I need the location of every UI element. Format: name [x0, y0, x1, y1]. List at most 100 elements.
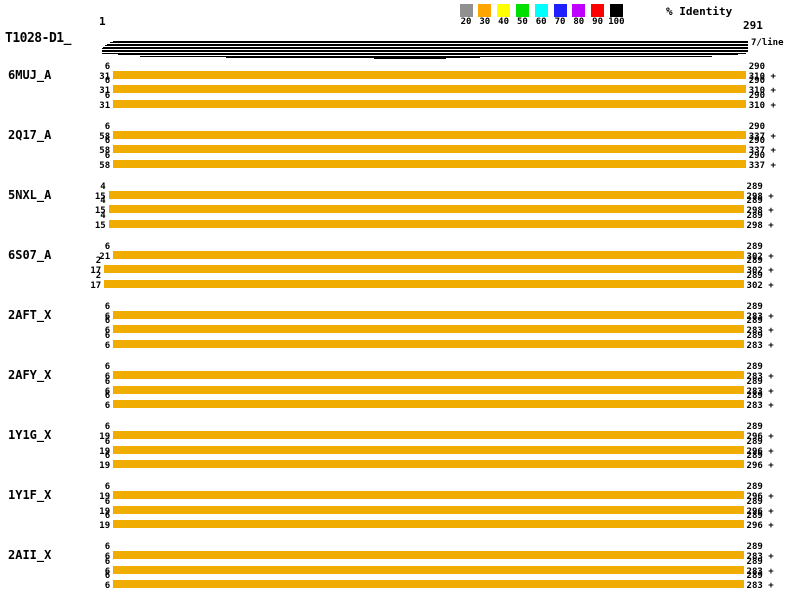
alignment-bar-2Q17_A[interactable] [113, 145, 746, 153]
query-end-num: 289 [747, 273, 763, 280]
alignment-bar-5NXL_A[interactable] [109, 220, 744, 228]
alignment-bar-2Q17_A[interactable] [113, 131, 746, 139]
hit-name-2AII_X: 2AII_X [8, 548, 51, 562]
query-start-num: 6 [72, 424, 110, 431]
query-start-num: 6 [72, 379, 110, 386]
query-end-num: 290 [749, 93, 765, 100]
legend-color-swatch [497, 4, 510, 17]
query-start-num: 6 [72, 364, 110, 371]
legend-item-40: 40 [494, 4, 514, 27]
query-map-line [374, 58, 446, 59]
query-end-num: 289 [747, 213, 763, 220]
alignment-bar-2AFY_X[interactable] [113, 371, 743, 379]
alignment-bar-5NXL_A[interactable] [109, 205, 744, 213]
alignment-bar-6S07_A[interactable] [113, 251, 743, 259]
query-start-tick: 1 [99, 15, 106, 28]
alignment-bar-1Y1F_X[interactable] [113, 506, 743, 514]
query-end-num: 289 [747, 304, 763, 311]
alignment-bar-2AII_X[interactable] [113, 566, 743, 574]
hit-end-strand-num: 296 + [747, 523, 774, 530]
legend-color-swatch [610, 4, 623, 17]
alignment-bar-1Y1G_X[interactable] [113, 431, 743, 439]
query-start-num: 2 [63, 258, 101, 265]
hit-start-num: 31 [72, 103, 110, 110]
legend-value-label: 50 [512, 18, 532, 27]
legend-color-swatch [516, 4, 529, 17]
query-end-num: 289 [747, 439, 763, 446]
query-end-num: 289 [747, 499, 763, 506]
alignment-bar-2AII_X[interactable] [113, 551, 743, 559]
alignment-bar-1Y1F_X[interactable] [113, 520, 743, 528]
legend-item-90: 90 [588, 4, 608, 27]
query-start-num: 6 [72, 318, 110, 325]
query-start-num: 6 [72, 304, 110, 311]
query-start-num: 6 [72, 573, 110, 580]
hit-start-num: 15 [68, 223, 106, 230]
query-end-num: 289 [747, 453, 763, 460]
query-end-num: 289 [747, 318, 763, 325]
hit-end-strand-num: 283 + [747, 403, 774, 410]
query-start-num: 6 [72, 393, 110, 400]
alignment-bar-2AFT_X[interactable] [113, 325, 743, 333]
alignment-bar-6S07_A[interactable] [104, 265, 743, 273]
alignment-bar-1Y1G_X[interactable] [113, 446, 743, 454]
query-start-num: 6 [72, 513, 110, 520]
hit-name-2AFT_X: 2AFT_X [8, 308, 51, 322]
alignment-bar-2Q17_A[interactable] [113, 160, 746, 168]
hit-name-1Y1F_X: 1Y1F_X [8, 488, 51, 502]
hit-start-num: 19 [72, 523, 110, 530]
legend-color-swatch [554, 4, 567, 17]
query-start-num: 6 [72, 499, 110, 506]
alignment-bar-6S07_A[interactable] [104, 280, 743, 288]
query-end-num: 289 [747, 573, 763, 580]
alignment-bar-2AII_X[interactable] [113, 580, 743, 588]
hit-start-num: 6 [72, 343, 110, 350]
hit-name-6S07_A: 6S07_A [8, 248, 51, 262]
hit-end-strand-num: 310 + [749, 103, 776, 110]
alignment-bar-6MUJ_A[interactable] [113, 85, 746, 93]
query-start-num: 4 [68, 213, 106, 220]
alignment-bar-2AFY_X[interactable] [113, 400, 743, 408]
legend-color-swatch [572, 4, 585, 17]
query-start-num: 2 [63, 273, 101, 280]
query-start-num: 6 [72, 439, 110, 446]
hit-name-1Y1G_X: 1Y1G_X [8, 428, 51, 442]
legend-color-swatch [478, 4, 491, 17]
alignment-bar-6MUJ_A[interactable] [113, 71, 746, 79]
alignment-bar-2AFT_X[interactable] [113, 311, 743, 319]
alignment-bar-6MUJ_A[interactable] [113, 100, 746, 108]
query-start-num: 6 [72, 333, 110, 340]
legend-item-20: 20 [456, 4, 476, 27]
alignment-bar-1Y1G_X[interactable] [113, 460, 743, 468]
hit-end-strand-num: 296 + [747, 463, 774, 470]
query-end-num: 290 [749, 64, 765, 71]
legend-value-label: 40 [494, 18, 514, 27]
query-start-num: 6 [72, 124, 110, 131]
query-end-num: 289 [747, 513, 763, 520]
legend-title: % Identity [666, 5, 732, 18]
query-end-num: 289 [747, 258, 763, 265]
legend-value-label: 70 [550, 18, 570, 27]
query-end-num: 290 [749, 78, 765, 85]
legend-item-80: 80 [569, 4, 589, 27]
query-end-num: 289 [747, 544, 763, 551]
query-start-num: 6 [72, 484, 110, 491]
hit-end-strand-num: 302 + [747, 283, 774, 290]
alignment-bar-1Y1F_X[interactable] [113, 491, 743, 499]
hit-name-6MUJ_A: 6MUJ_A [8, 68, 51, 82]
query-start-num: 4 [68, 198, 106, 205]
query-end-num: 289 [747, 198, 763, 205]
hit-name-5NXL_A: 5NXL_A [8, 188, 51, 202]
legend-item-50: 50 [512, 4, 532, 27]
legend-value-label: 60 [531, 18, 551, 27]
alignment-bar-5NXL_A[interactable] [109, 191, 744, 199]
hit-start-num: 6 [72, 403, 110, 410]
alignment-bar-2AFY_X[interactable] [113, 386, 743, 394]
query-start-num: 6 [72, 559, 110, 566]
query-end-num: 290 [749, 153, 765, 160]
hit-name-2Q17_A: 2Q17_A [8, 128, 51, 142]
alignment-bar-2AFT_X[interactable] [113, 340, 743, 348]
query-start-num: 6 [72, 138, 110, 145]
hit-end-strand-num: 337 + [749, 163, 776, 170]
query-name-label: T1028-D1_ [5, 31, 71, 46]
